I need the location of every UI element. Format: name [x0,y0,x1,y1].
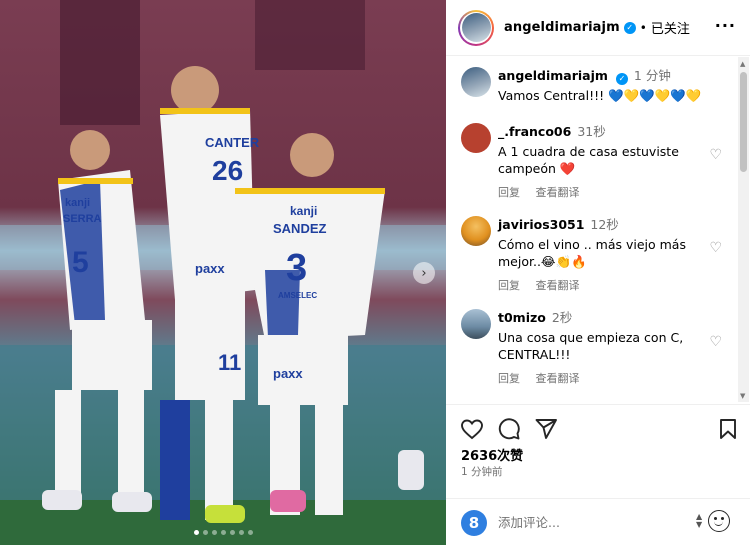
comment-text: Cómo el vino .. más viejo más mejor..😂👏🔥 [498,237,686,269]
comment-text: Una cosa que empieza con C, CENTRAL!!! [498,330,684,362]
jersey-text: kanji [65,197,90,209]
carousel-dots [0,530,446,535]
post-header: angeldimariajm ✓ • 已关注 ··· [446,0,750,56]
heart-icon[interactable]: ♡ [709,147,722,163]
add-comment-bar: 8 ▲▼ [446,498,750,545]
comment-item: javirios3051 12秒 Cómo el vino .. más vie… [461,216,731,293]
see-translation-button[interactable]: 查看翻译 [536,279,580,292]
carousel-dot [229,530,235,535]
chevron-right-icon: › [421,265,427,281]
jersey-text: kanji [290,204,317,218]
reply-button[interactable]: 回复 [498,186,520,199]
post-photo[interactable]: CANTER SANDEZ kanji kanji SERRA paxx pax… [0,0,446,545]
jersey-text: paxx [273,366,303,381]
comment-time: 12秒 [590,217,619,232]
comment-time: 31秒 [577,124,606,139]
jersey-text: SERRA [63,213,102,225]
commenter-avatar[interactable] [461,123,491,153]
jersey-number: 3 [286,247,307,289]
author-avatar[interactable] [458,9,494,46]
carousel-dot [202,530,208,535]
commenter-avatar[interactable] [461,216,491,246]
jersey-number: 5 [72,246,89,279]
comments-list[interactable]: angeldimariajm ✓ 1 分钟 Vamos Central!!! 💙… [446,57,736,402]
heart-icon[interactable]: ♡ [709,240,722,256]
scrollbar-thumb[interactable] [740,72,747,172]
verified-badge-icon: ✓ [623,21,636,34]
see-translation-button[interactable]: 查看翻译 [536,186,580,199]
likes-count[interactable]: 2636次赞 [461,445,523,464]
jersey-text: AMSELEC [278,291,317,300]
next-slide-button[interactable]: › [413,262,435,284]
comment-time: 2秒 [551,310,573,325]
jersey-number: 11 [218,350,241,375]
more-options-button[interactable]: ··· [715,16,736,35]
current-user-avatar: 8 [461,510,487,536]
scroll-up-arrow-icon[interactable]: ▲ [740,60,745,68]
comment-icon[interactable] [497,417,521,441]
carousel-dot [193,530,199,535]
carousel-dot [220,530,226,535]
caption-avatar[interactable] [461,67,491,97]
caption-text: Vamos Central!!! 💙💛💙💛💙💛 [498,87,702,103]
post-side-panel: angeldimariajm ✓ • 已关注 ··· angeldimariaj… [446,0,750,545]
comment-item: _.franco06 31秒 A 1 cuadra de casa estuvi… [461,123,731,200]
comment-text: A 1 cuadra de casa estuviste campeón ❤️ [498,144,679,176]
heart-icon[interactable]: ♡ [709,334,722,350]
comments-scrollbar[interactable]: ▲ ▼ [738,57,749,402]
jersey-text: paxx [195,261,225,276]
commenter-username[interactable]: _.franco06 [498,124,571,139]
reply-button[interactable]: 回复 [498,372,520,385]
follow-status-button[interactable]: 已关注 [651,18,690,37]
scroll-down-arrow-icon[interactable]: ▼ [740,392,745,400]
commenter-username[interactable]: t0mizo [498,310,546,325]
caption-time: 1 分钟 [633,68,671,83]
caption-item: angeldimariajm ✓ 1 分钟 Vamos Central!!! 💙… [461,67,731,104]
comment-item: t0mizo 2秒 Una cosa que empieza con C, CE… [461,309,731,386]
celebration-photo-art: CANTER SANDEZ kanji kanji SERRA paxx pax… [0,0,446,545]
emoji-icon[interactable] [708,510,730,532]
see-translation-button[interactable]: 查看翻译 [536,372,580,385]
bookmark-icon[interactable] [716,417,740,441]
add-comment-input[interactable] [498,511,678,533]
verified-badge-icon: ✓ [615,72,628,85]
separator-dot: • [639,20,647,35]
carousel-dot [211,530,217,535]
carousel-dot [247,530,253,535]
commenter-username[interactable]: javirios3051 [498,217,584,232]
caption-username[interactable]: angeldimariajm [498,68,608,83]
like-heart-icon[interactable] [460,417,484,441]
author-username[interactable]: angeldimariajm [504,20,620,35]
jersey-number: 26 [212,155,243,186]
jersey-text: SANDEZ [273,221,327,236]
reply-button[interactable]: 回复 [498,279,520,292]
jersey-text: CANTER [205,135,260,150]
resize-stepper-icon[interactable]: ▲ ▼ [696,513,702,529]
commenter-avatar[interactable] [461,309,491,339]
post-time-ago: 1 分钟前 [461,466,503,478]
carousel-dot [238,530,244,535]
share-icon[interactable] [534,417,558,441]
